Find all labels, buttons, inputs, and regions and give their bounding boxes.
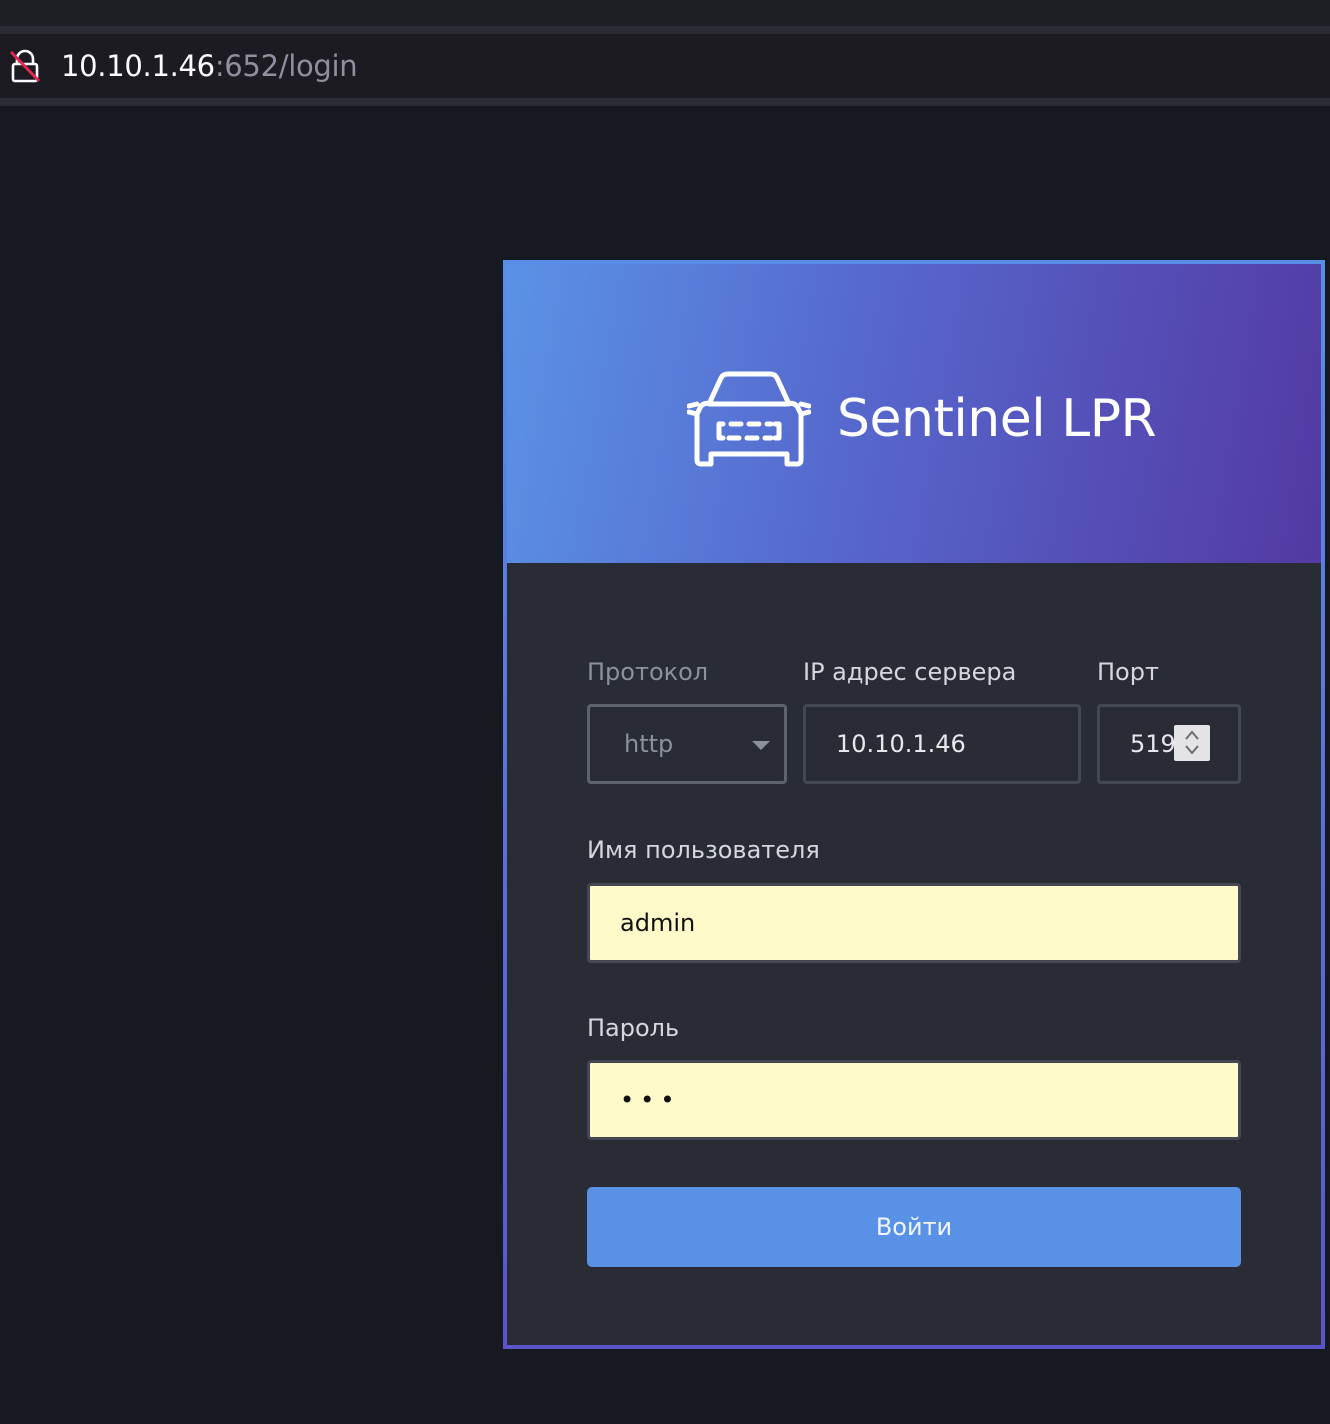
- url-text[interactable]: 10.10.1.46:652/login: [61, 46, 358, 86]
- chevron-down-icon[interactable]: [752, 741, 770, 750]
- chevron-down-icon[interactable]: [1184, 744, 1200, 756]
- chevron-up-icon[interactable]: [1184, 729, 1200, 741]
- password-mask: •••: [620, 1086, 681, 1114]
- address-bar[interactable]: 10.10.1.46:652/login: [0, 34, 1330, 98]
- port-value: 519: [1130, 730, 1176, 758]
- port-input[interactable]: 519: [1097, 704, 1241, 784]
- password-label: Пароль: [587, 1014, 680, 1042]
- login-card: Sentinel LPR Протокол IP адрес сервера П…: [503, 260, 1325, 1349]
- browser-divider: [0, 98, 1330, 106]
- browser-tab-strip: [0, 0, 1330, 26]
- port-label: Порт: [1097, 658, 1159, 686]
- card-header: Sentinel LPR: [507, 264, 1321, 563]
- password-input[interactable]: •••: [587, 1060, 1241, 1140]
- username-input[interactable]: admin: [587, 883, 1241, 963]
- brand-title: Sentinel LPR: [837, 389, 1157, 449]
- ip-label: IP адрес сервера: [803, 658, 1017, 686]
- protocol-label: Протокол: [587, 658, 709, 686]
- url-host: 10.10.1.46: [61, 49, 215, 83]
- username-label: Имя пользователя: [587, 836, 820, 864]
- username-value: admin: [620, 909, 696, 937]
- login-button[interactable]: Войти: [587, 1187, 1241, 1267]
- login-form: Протокол IP адрес сервера Порт http 10.1…: [507, 563, 1321, 1345]
- port-stepper[interactable]: [1174, 725, 1210, 761]
- ip-address-input[interactable]: 10.10.1.46: [803, 704, 1081, 784]
- browser-divider: [0, 26, 1330, 34]
- protocol-select[interactable]: http: [587, 704, 787, 784]
- protocol-value: http: [624, 730, 674, 758]
- car-icon: [687, 371, 811, 467]
- insecure-lock-icon[interactable]: [8, 48, 42, 84]
- url-path: :652/login: [214, 49, 358, 83]
- ip-value: 10.10.1.46: [836, 730, 966, 758]
